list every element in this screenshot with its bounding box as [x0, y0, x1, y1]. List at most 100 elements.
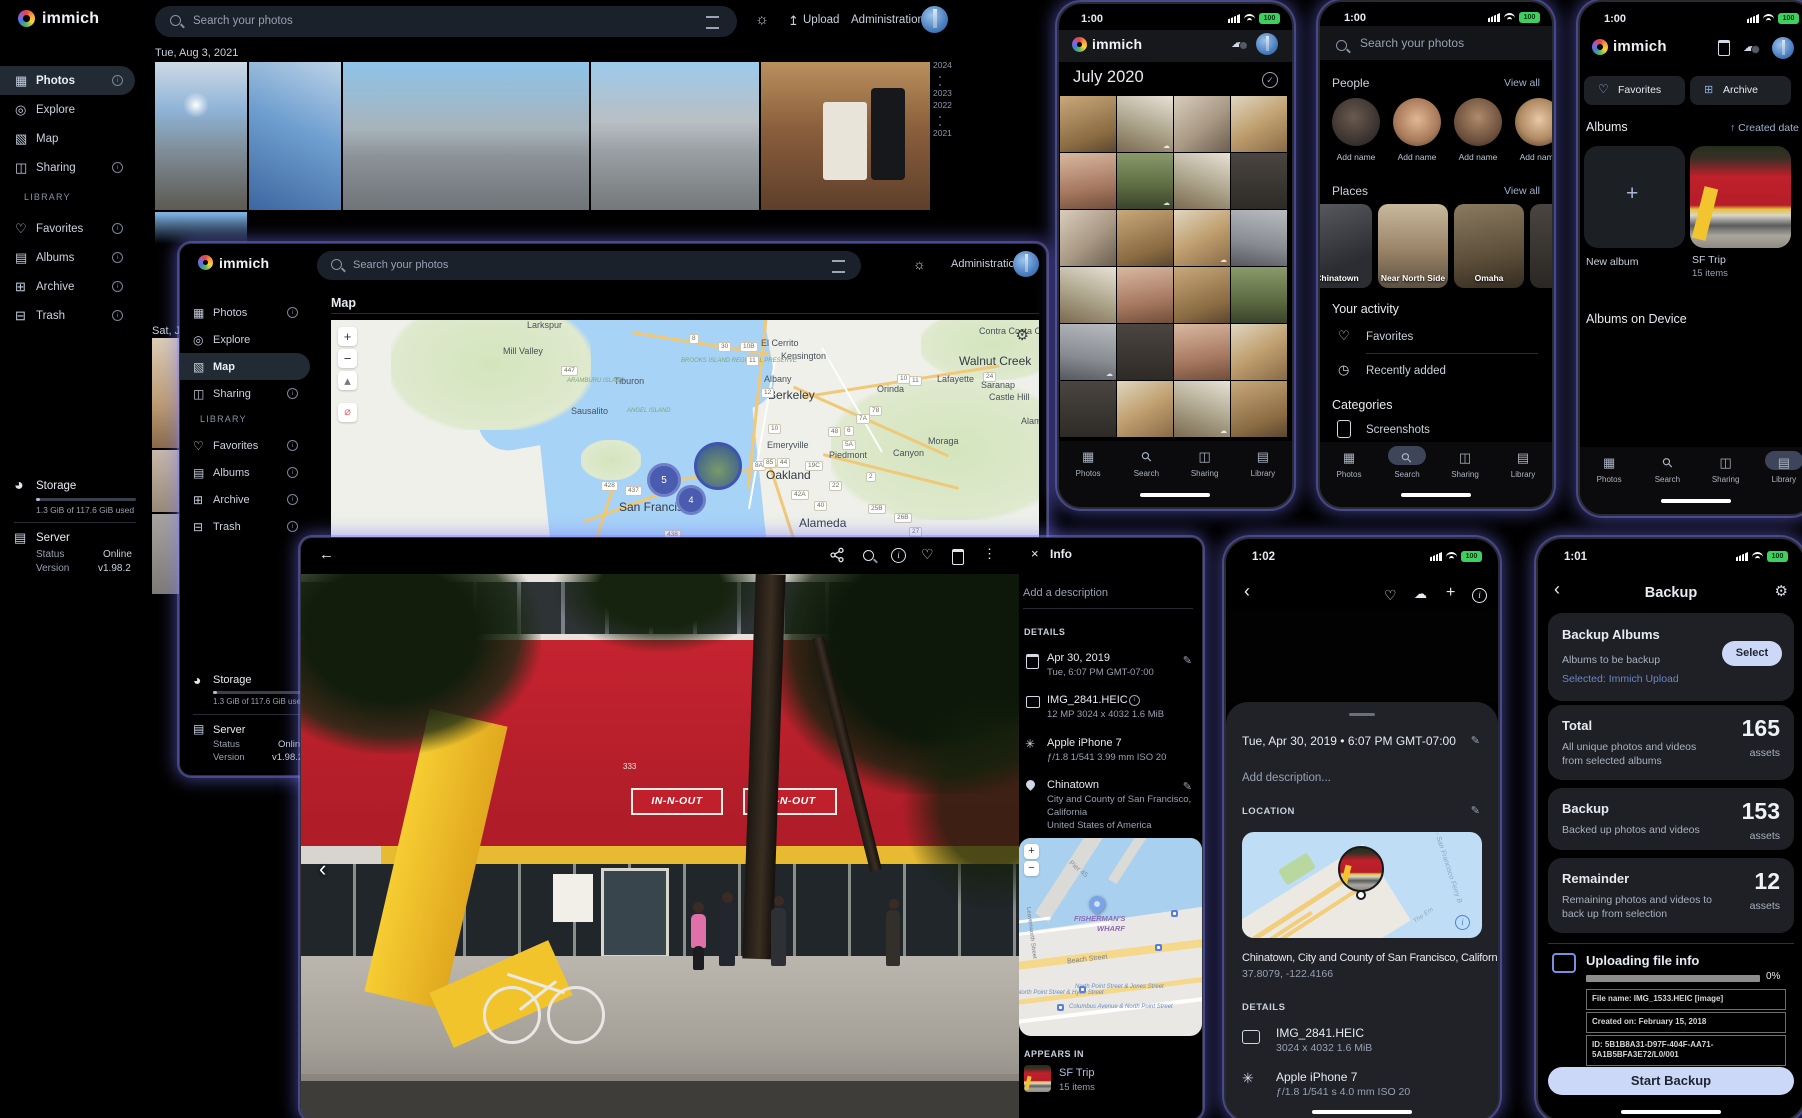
location-map[interactable]: d - San Francisco Ferry B The Em i [1242, 832, 1482, 938]
info-icon[interactable]: i [1472, 588, 1487, 603]
back-chevron-icon[interactable]: ‹ [1244, 581, 1250, 602]
tab-sharing[interactable]: ◫Sharing [1436, 449, 1494, 479]
user-avatar[interactable] [1772, 37, 1794, 59]
back-arrow-icon[interactable]: ← [319, 546, 334, 563]
timeline-scrubber[interactable]: 2024 2023 2022 2021 [933, 60, 952, 140]
search-input[interactable]: Search your photos [317, 251, 861, 280]
photo-thumbnail[interactable] [761, 62, 930, 210]
settings-gear-icon[interactable]: ⚙ [1775, 582, 1788, 600]
map-photo-marker[interactable] [694, 442, 742, 490]
tab-library[interactable]: ▤Library [1494, 449, 1552, 479]
tab-library[interactable]: ▤Library [1234, 448, 1292, 478]
administration-link[interactable]: Administration [851, 14, 924, 26]
location-map[interactable]: FISHERMAN'S WHARF Beach Street Pier 45 L… [1019, 838, 1202, 1036]
zoom-icon[interactable] [863, 550, 874, 561]
sidebar-item-explore[interactable]: ◎Explorei [180, 326, 310, 353]
sidebar-item-trash[interactable]: ⊟Trashi [0, 301, 135, 330]
tab-library[interactable]: ▤Library [1755, 454, 1802, 484]
trash-icon[interactable] [952, 549, 964, 565]
upload-icon[interactable]: ↥ [788, 13, 799, 29]
map-location-off-button[interactable]: ⌀ [338, 403, 357, 422]
person-face[interactable]: Add name [1515, 98, 1554, 146]
tab-photos[interactable]: ▦Photos [1320, 449, 1378, 479]
select-button[interactable]: Select [1722, 641, 1782, 666]
sheet-drag-handle[interactable] [1349, 713, 1375, 716]
recently-added-row[interactable]: Recently added [1366, 365, 1446, 377]
album-cover-sf-trip[interactable] [1690, 146, 1791, 248]
upload-button[interactable]: Upload [803, 14, 839, 26]
tab-search[interactable]: ⚲Search [1638, 454, 1696, 484]
photo-thumbnail[interactable] [343, 62, 589, 210]
favorites-button[interactable]: ♡ Favorites [1584, 76, 1685, 105]
map-cluster-marker[interactable]: 4 [676, 485, 706, 515]
sidebar-item-albums[interactable]: ▤Albumsi [0, 243, 135, 272]
description-field[interactable]: Add description... [1242, 772, 1331, 784]
tab-sharing[interactable]: ◫Sharing [1176, 448, 1234, 478]
photo-thumbnail[interactable] [155, 62, 247, 210]
sidebar-item-sharing[interactable]: ◫Sharingi [180, 380, 310, 407]
start-backup-button[interactable]: Start Backup [1548, 1067, 1794, 1095]
person-face[interactable]: Add name [1332, 98, 1380, 146]
info-icon[interactable]: i [891, 548, 906, 563]
place-card[interactable]: Omaha [1454, 204, 1524, 288]
sidebar-item-favorites[interactable]: ♡Favoritesi [0, 214, 135, 243]
edit-date-pencil-icon[interactable]: ✎ [1471, 734, 1480, 747]
tab-search[interactable]: ⚲Search [1117, 448, 1175, 478]
sidebar-item-albums[interactable]: ▤Albumsi [180, 459, 310, 486]
search-input[interactable]: Search your photos [155, 6, 737, 37]
sidebar-item-photos[interactable]: ▦Photosi [0, 66, 135, 95]
map-zoom-in-button[interactable]: + [338, 327, 357, 346]
add-to-album-plus-icon[interactable]: + [1446, 584, 1455, 602]
photo-thumbnail[interactable] [152, 514, 180, 594]
place-card[interactable]: Near North Side [1378, 204, 1448, 288]
sidebar-item-explore[interactable]: ◎Explorei [0, 95, 135, 124]
sidebar-item-archive[interactable]: ⊞Archivei [180, 486, 310, 513]
sidebar-item-map[interactable]: ▧Mapi [180, 353, 310, 380]
tab-photos[interactable]: ▦Photos [1059, 448, 1117, 478]
administration-link[interactable]: Administration [951, 258, 1021, 270]
screenshots-row[interactable]: Screenshots [1366, 424, 1430, 436]
cloud-upload-icon[interactable]: ☁ [1414, 586, 1427, 602]
photo-thumbnail[interactable] [591, 62, 759, 210]
sidebar-item-map[interactable]: ▧Mapi [0, 124, 135, 153]
user-avatar[interactable] [1013, 251, 1039, 277]
tab-search[interactable]: ⚲Search [1378, 449, 1436, 479]
favorites-row[interactable]: Favorites [1366, 331, 1413, 343]
map-cluster-marker[interactable]: 5 [647, 463, 681, 497]
sidebar-item-trash[interactable]: ⊟Trashi [180, 513, 310, 540]
search-filter-icon[interactable] [706, 16, 719, 29]
sidebar-item-photos[interactable]: ▦Photosi [180, 299, 310, 326]
favorite-heart-icon[interactable]: ♡ [921, 546, 934, 563]
sidebar-item-sharing[interactable]: ◫Sharingi [0, 153, 135, 182]
map-zoom-out-button[interactable]: − [338, 349, 357, 368]
photo-main[interactable] [1226, 609, 1498, 702]
album-thumbnail[interactable] [1024, 1065, 1051, 1092]
photo-thumbnail[interactable] [152, 450, 180, 512]
places-view-all-link[interactable]: View all [1504, 185, 1540, 197]
place-card[interactable]: Chinatown [1318, 204, 1372, 288]
map-zoom-in-button[interactable]: + [1024, 844, 1039, 859]
tab-photos[interactable]: ▦Photos [1580, 454, 1638, 484]
description-field[interactable]: Add a description [1023, 587, 1108, 599]
tab-sharing[interactable]: ◫Sharing [1697, 454, 1755, 484]
person-face[interactable]: Add name [1454, 98, 1502, 146]
archive-button[interactable]: ⊞ Archive [1690, 76, 1791, 105]
select-all-check-icon[interactable]: ✓ [1262, 72, 1278, 88]
user-avatar[interactable] [921, 6, 948, 33]
album-link[interactable]: SF Trip [1059, 1067, 1094, 1079]
info-icon[interactable]: i [1129, 695, 1140, 706]
photo-thumbnail[interactable] [249, 62, 341, 210]
map-attribution-icon[interactable]: i [1455, 915, 1470, 930]
sidebar-item-archive[interactable]: ⊞Archivei [0, 272, 135, 301]
photo-grid[interactable] [1060, 96, 1291, 437]
theme-toggle-icon[interactable]: ☼ [913, 256, 926, 272]
trash-icon[interactable] [1718, 40, 1730, 56]
edit-location-pencil-icon[interactable]: ✎ [1471, 804, 1480, 817]
map-zoom-out-button[interactable]: − [1024, 861, 1039, 876]
share-icon[interactable] [829, 547, 845, 563]
map-photo-marker[interactable] [1338, 846, 1384, 892]
new-album-tile[interactable]: + [1584, 146, 1685, 248]
more-options-icon[interactable]: ⋮ [983, 546, 996, 562]
edit-date-pencil-icon[interactable]: ✎ [1183, 654, 1192, 667]
place-card[interactable]: Pi [1530, 204, 1552, 288]
